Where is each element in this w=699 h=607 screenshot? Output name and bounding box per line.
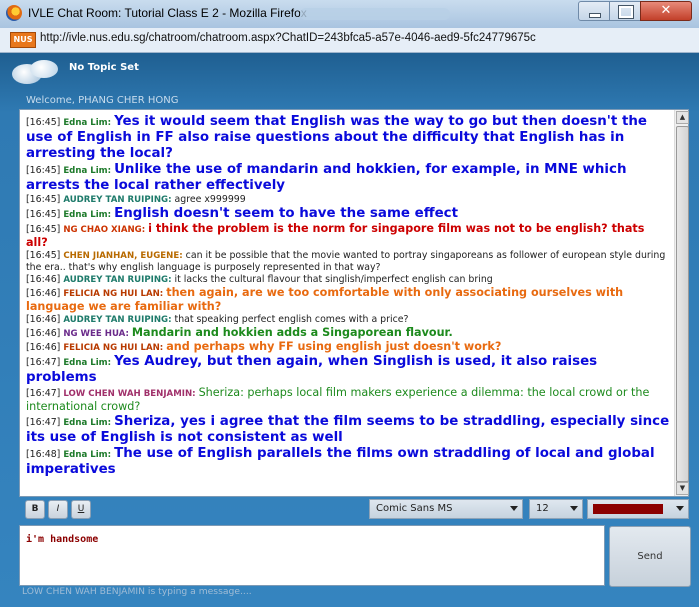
message-list[interactable]: [16:45] Edna Lim: Yes it would seem that… (19, 109, 689, 497)
message-time: [16:47] (26, 357, 64, 368)
scroll-up-icon[interactable]: ▲ (676, 111, 689, 124)
message-time: [16:48] (26, 449, 64, 460)
scroll-thumb[interactable] (676, 126, 689, 482)
color-swatch (593, 504, 663, 514)
chat-bubbles-icon (12, 60, 58, 86)
message-author: NG WEE HUA: (63, 329, 132, 339)
text-color-select[interactable] (587, 499, 689, 519)
welcome-label: Welcome, PHANG CHER HONG (26, 95, 179, 106)
window-title: IVLE Chat Room: Tutorial Class E 2 - Moz… (28, 6, 307, 20)
send-button[interactable]: Send (609, 526, 691, 587)
italic-button[interactable]: I (48, 500, 68, 519)
message-text: agree x999999 (174, 194, 246, 205)
message-text: Mandarin and hokkien adds a Singaporean … (131, 326, 453, 339)
message-author: Edna Lim: (63, 118, 115, 128)
message-time: [16:46] (26, 328, 64, 339)
message-time: [16:46] (26, 314, 64, 325)
close-icon: ✕ (660, 3, 672, 18)
message-time: [16:45] (26, 250, 64, 261)
chat-message: [16:45] CHEN JIANHAN, EUGENE: can it be … (26, 250, 670, 274)
chevron-down-icon (510, 506, 518, 511)
chevron-down-icon (676, 506, 684, 511)
chat-message: [16:47] LOW CHEN WAH BENJAMIN: Sheriza: … (26, 386, 670, 414)
maximize-button[interactable] (609, 1, 641, 21)
message-author: AUDREY TAN RUIPING: (63, 275, 175, 285)
message-text: that speaking perfect english comes with… (174, 314, 409, 325)
chat-message: [16:46] AUDREY TAN RUIPING: it lacks the… (26, 274, 670, 286)
chat-message: [16:48] Edna Lim: The use of English par… (26, 446, 670, 478)
message-time: [16:45] (26, 194, 64, 205)
message-text: Unlike the use of mandarin and hokkien, … (26, 162, 627, 193)
message-author: Edna Lim: (63, 450, 115, 460)
message-text: Yes it would seem that English was the w… (26, 114, 647, 161)
message-author: Edna Lim: (63, 210, 115, 220)
chat-message: [16:45] NG CHAO XIANG: i think the probl… (26, 222, 670, 250)
topic-label: No Topic Set (69, 62, 139, 73)
message-author: NG CHAO XIANG: (63, 225, 149, 235)
blurred-region (300, 8, 450, 20)
message-text: English doesn't seem to have the same ef… (114, 206, 458, 221)
message-text: Sheriza, yes i agree that the film seems… (26, 414, 670, 445)
message-author: FELICIA NG HUI LAN: (63, 343, 167, 353)
message-author: FELICIA NG HUI LAN: (63, 289, 167, 299)
chat-app: No Topic Set Welcome, PHANG CHER HONG [1… (0, 53, 699, 607)
address-bar: NUS http://ivle.nus.edu.sg/chatroom/chat… (0, 28, 699, 53)
message-time: [16:46] (26, 342, 64, 353)
site-icon: NUS (10, 32, 36, 48)
message-author: Edna Lim: (63, 166, 115, 176)
message-text: it lacks the cultural flavour that singl… (174, 274, 493, 285)
chat-message: [16:46] NG WEE HUA: Mandarin and hokkien… (26, 326, 670, 340)
font-family-value: Comic Sans MS (376, 503, 453, 514)
chat-message: [16:47] Edna Lim: Yes Audrey, but then a… (26, 354, 670, 386)
message-time: [16:47] (26, 417, 64, 428)
chat-message: [16:45] Edna Lim: Yes it would seem that… (26, 114, 670, 162)
message-author: AUDREY TAN RUIPING: (63, 195, 175, 205)
message-time: [16:45] (26, 224, 64, 235)
chevron-down-icon (570, 506, 578, 511)
url-text[interactable]: http://ivle.nus.edu.sg/chatroom/chatroom… (40, 32, 536, 44)
message-time: [16:47] (26, 388, 64, 399)
typing-status: LOW CHEN WAH BENJAMIN is typing a messag… (22, 586, 252, 597)
chat-message: [16:46] AUDREY TAN RUIPING: that speakin… (26, 314, 670, 326)
chat-message: [16:46] FELICIA NG HUI LAN: and perhaps … (26, 340, 670, 354)
message-text: The use of English parallels the films o… (26, 446, 655, 477)
message-author: CHEN JIANHAN, EUGENE: (63, 251, 186, 261)
font-family-select[interactable]: Comic Sans MS (369, 499, 523, 519)
minimize-button[interactable] (578, 1, 610, 21)
message-author: AUDREY TAN RUIPING: (63, 315, 175, 325)
close-button[interactable]: ✕ (640, 1, 692, 21)
font-size-select[interactable]: 12 (529, 499, 583, 519)
firefox-icon (6, 5, 22, 21)
message-author: LOW CHEN WAH BENJAMIN: (63, 389, 199, 399)
message-author: Edna Lim: (63, 358, 115, 368)
message-author: Edna Lim: (63, 418, 115, 428)
window-titlebar: IVLE Chat Room: Tutorial Class E 2 - Moz… (0, 0, 699, 29)
scrollbar[interactable]: ▲ ▼ (674, 110, 689, 496)
scroll-down-icon[interactable]: ▼ (676, 482, 689, 495)
message-time: [16:45] (26, 209, 64, 220)
chat-message: [16:46] FELICIA NG HUI LAN: then again, … (26, 286, 670, 314)
message-input[interactable]: i'm handsome (19, 525, 605, 586)
font-size-value: 12 (536, 503, 549, 514)
message-time: [16:45] (26, 117, 64, 128)
chat-message: [16:45] AUDREY TAN RUIPING: agree x99999… (26, 194, 670, 206)
message-time: [16:46] (26, 288, 64, 299)
chat-message: [16:47] Edna Lim: Sheriza, yes i agree t… (26, 414, 670, 446)
bold-button[interactable]: B (25, 500, 45, 519)
messages-container: [16:45] Edna Lim: Yes it would seem that… (26, 114, 670, 478)
message-time: [16:45] (26, 165, 64, 176)
underline-button[interactable]: U (71, 500, 91, 519)
message-text: and perhaps why FF using english just do… (166, 340, 502, 353)
chat-message: [16:45] Edna Lim: Unlike the use of mand… (26, 162, 670, 194)
chat-message: [16:45] Edna Lim: English doesn't seem t… (26, 206, 670, 222)
message-time: [16:46] (26, 274, 64, 285)
